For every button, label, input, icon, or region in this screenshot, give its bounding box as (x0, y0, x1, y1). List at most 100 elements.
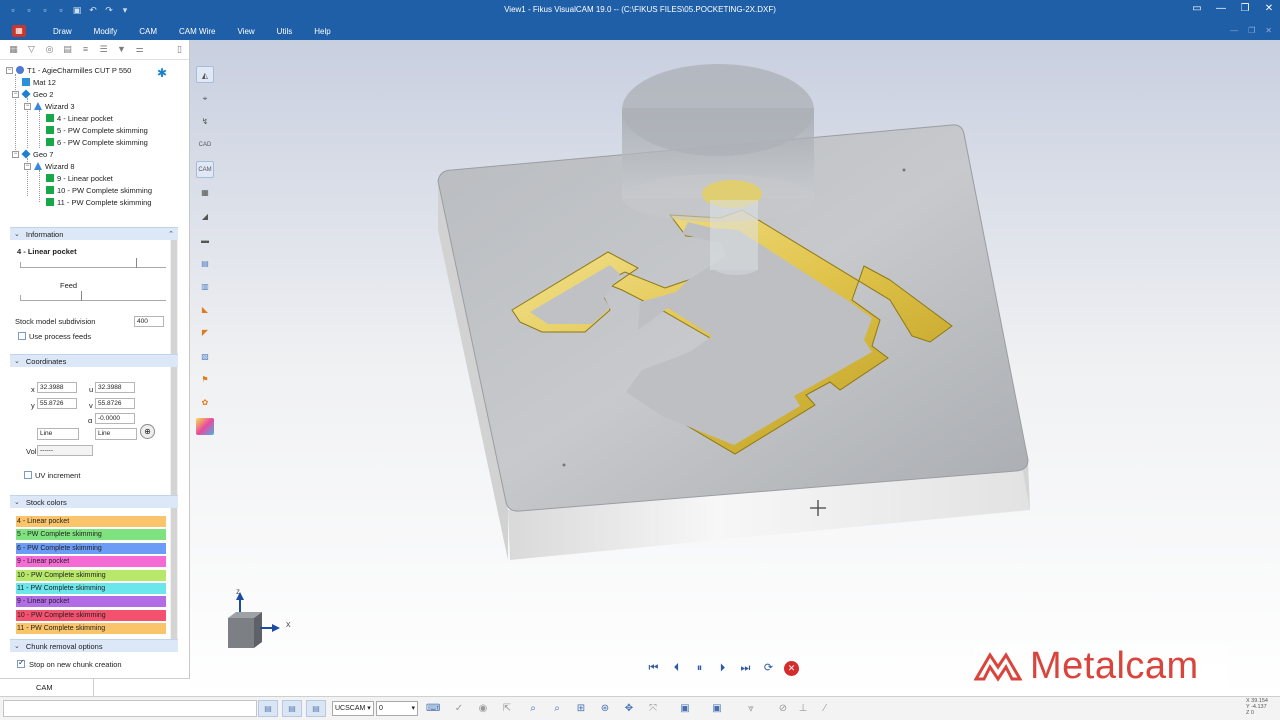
pause-icon[interactable]: ⏸ (692, 661, 707, 676)
restore-layout-icon[interactable]: ▭ (1192, 3, 1202, 14)
stock-icon[interactable]: ▦ (196, 184, 214, 201)
maximize-button[interactable]: ❐ (1240, 3, 1250, 14)
stop-on-new-chunk-checkbox[interactable] (17, 658, 25, 668)
stop-icon[interactable]: ✕ (784, 661, 799, 676)
cam-mode-icon[interactable]: CAM (196, 161, 214, 178)
machine-icon[interactable]: ▬ (196, 232, 214, 249)
collapse-icon[interactable]: − (24, 162, 31, 170)
menu-modify[interactable]: Modify (83, 27, 129, 36)
step-forward-icon[interactable]: ⏵ (715, 661, 730, 676)
material-icon[interactable]: ▽ (26, 44, 37, 55)
checkmark-icon[interactable]: ✓ (452, 702, 466, 716)
list-icon[interactable]: ≡ (80, 44, 91, 55)
close-button[interactable]: ✕ (1264, 3, 1274, 14)
skip-to-start-icon[interactable]: ⏮ (646, 661, 661, 676)
cam-tool-icon[interactable]: ◭ (196, 66, 214, 83)
stock-color-item[interactable]: 11 - PW Complete skimming (16, 583, 166, 594)
post-process-icon[interactable]: ▧ (196, 348, 214, 365)
zoom-icon[interactable]: ⌕ (526, 702, 540, 716)
collapse-icon[interactable]: − (12, 90, 19, 98)
collapse-icon[interactable]: − (6, 66, 13, 74)
stock-color-item[interactable]: 6 - PW Complete skimming (16, 542, 166, 554)
alpha-input[interactable]: -0.0000 (95, 413, 135, 424)
stock-color-item[interactable]: 10 - PW Complete skimming (16, 569, 166, 581)
tree-item-op-5[interactable]: 5 - PW Complete skimming (46, 124, 148, 136)
chunk-removal-section-header[interactable]: ⌄ Chunk removal options (10, 639, 178, 652)
layers-icon[interactable]: ☰ (98, 44, 109, 55)
child-close-icon[interactable]: ✕ (1265, 26, 1272, 35)
menu-cam[interactable]: CAM (128, 27, 168, 36)
list-ops-icon[interactable]: ▤ (196, 255, 214, 272)
color-wheel-icon[interactable]: ✿ (196, 394, 214, 411)
collapse-icon[interactable]: − (24, 102, 31, 110)
tree-item-wizard-3[interactable]: − Wizard 3 (24, 100, 75, 112)
refresh-icon[interactable]: ⟳ (761, 661, 776, 676)
tool-path-icon[interactable]: ◢ (196, 208, 214, 225)
zoom-extents-icon[interactable]: ⊞ (574, 702, 588, 716)
menu-utils[interactable]: Utils (266, 27, 304, 36)
tree-item-geo-2[interactable]: − Geo 2 (12, 88, 53, 100)
stock-color-item[interactable]: 9 - Linear pocket (16, 596, 166, 608)
tree-item-op-11[interactable]: 11 - PW Complete skimming (46, 196, 151, 208)
panel-scrollbar[interactable] (170, 227, 178, 647)
pointer-icon[interactable]: ⇱ (500, 702, 514, 716)
drill-icon[interactable]: ↯ (196, 113, 214, 130)
tree-item-op-6[interactable]: 6 - PW Complete skimming (46, 136, 148, 148)
settings-icon[interactable]: ⚌ (134, 44, 145, 55)
add-tool-icon[interactable]: ▦ (8, 44, 19, 55)
progress-slider[interactable] (20, 258, 166, 268)
use-process-feeds-checkbox[interactable] (18, 332, 26, 340)
stock-color-item[interactable]: 10 - PW Complete skimming (16, 609, 166, 621)
tool-edit-icon[interactable]: ⌖ (196, 90, 214, 107)
menu-help[interactable]: Help (303, 27, 341, 36)
pan-icon[interactable]: ✥ (622, 702, 636, 716)
snap-grid-button[interactable]: ▤ (258, 700, 278, 717)
minimize-button[interactable]: — (1216, 3, 1226, 14)
coordinates-section-header[interactable]: ⌄ Coordinates (10, 354, 178, 367)
skip-to-end-icon[interactable]: ⏭ (738, 661, 753, 676)
filter-view-icon[interactable]: ⩔ (744, 702, 758, 716)
stock-color-item[interactable]: 4 - Linear pocket (16, 516, 166, 527)
zoom-window-icon[interactable]: ⌕ (550, 702, 564, 716)
tree-item-tool[interactable]: − T1 - AgieCharmilles CUT P 550 (6, 64, 131, 76)
tree-item-op-4[interactable]: 4 - Linear pocket (46, 112, 113, 124)
tree-item-mat[interactable]: Mat 12 (22, 76, 56, 88)
tree-item-op-10[interactable]: 10 - PW Complete skimming (46, 184, 152, 196)
simulate-icon[interactable]: ◣ (196, 301, 214, 318)
line-type-select-1[interactable]: Line (37, 428, 79, 440)
snap-object-button[interactable]: ▤ (306, 700, 326, 717)
step-back-icon[interactable]: ⏴ (669, 661, 684, 676)
ucs-value-select[interactable]: 0 ▾ (376, 701, 418, 716)
tree-item-geo-7[interactable]: − Geo 7 (12, 148, 53, 160)
target-icon[interactable]: ◉ (476, 702, 490, 716)
3d-viewport[interactable]: z x (190, 40, 1280, 696)
menu-draw[interactable]: Draw (42, 27, 83, 36)
app-menu-icon[interactable]: ▦ (12, 25, 26, 37)
filter-icon[interactable]: ▼ (116, 44, 127, 55)
lock-icon[interactable]: ⊕ (140, 424, 155, 439)
tree-item-wizard-8[interactable]: − Wizard 8 (24, 160, 75, 172)
tab-cam[interactable]: CAM (8, 679, 94, 696)
keyboard-icon[interactable]: ⌨ (426, 702, 440, 716)
menu-cam-wire[interactable]: CAM Wire (168, 27, 226, 36)
u-input[interactable]: 32.3988 (95, 382, 135, 393)
uv-increment-checkbox[interactable] (24, 471, 32, 479)
wire-cut-icon[interactable]: ⚑ (196, 371, 214, 388)
child-minimize-icon[interactable]: — (1230, 26, 1238, 35)
y-input[interactable]: 55.8726 (37, 398, 77, 409)
snap-ortho-button[interactable]: ▤ (282, 700, 302, 717)
information-section-header[interactable]: ⌄ Information ⌃ (10, 227, 178, 240)
walk-icon[interactable]: ⤧ (646, 702, 660, 716)
feed-slider[interactable] (20, 291, 166, 301)
vol-input[interactable]: ------ (37, 445, 93, 456)
cad-mode-icon[interactable]: CAD (196, 137, 214, 154)
stock-color-item[interactable]: 5 - PW Complete skimming (16, 529, 166, 541)
chevron-up-icon[interactable]: ⌃ (168, 230, 174, 238)
pen-icon[interactable]: ⁄ (818, 702, 832, 716)
geometry-icon[interactable]: ◎ (44, 44, 55, 55)
stock-color-item[interactable]: 9 - Linear pocket (16, 556, 166, 568)
stock-color-item[interactable]: 11 - PW Complete skimming (16, 623, 166, 635)
verify-icon[interactable]: ◤ (196, 324, 214, 341)
color-palette-icon[interactable] (196, 418, 214, 435)
ops-settings-icon[interactable]: ▥ (196, 278, 214, 295)
